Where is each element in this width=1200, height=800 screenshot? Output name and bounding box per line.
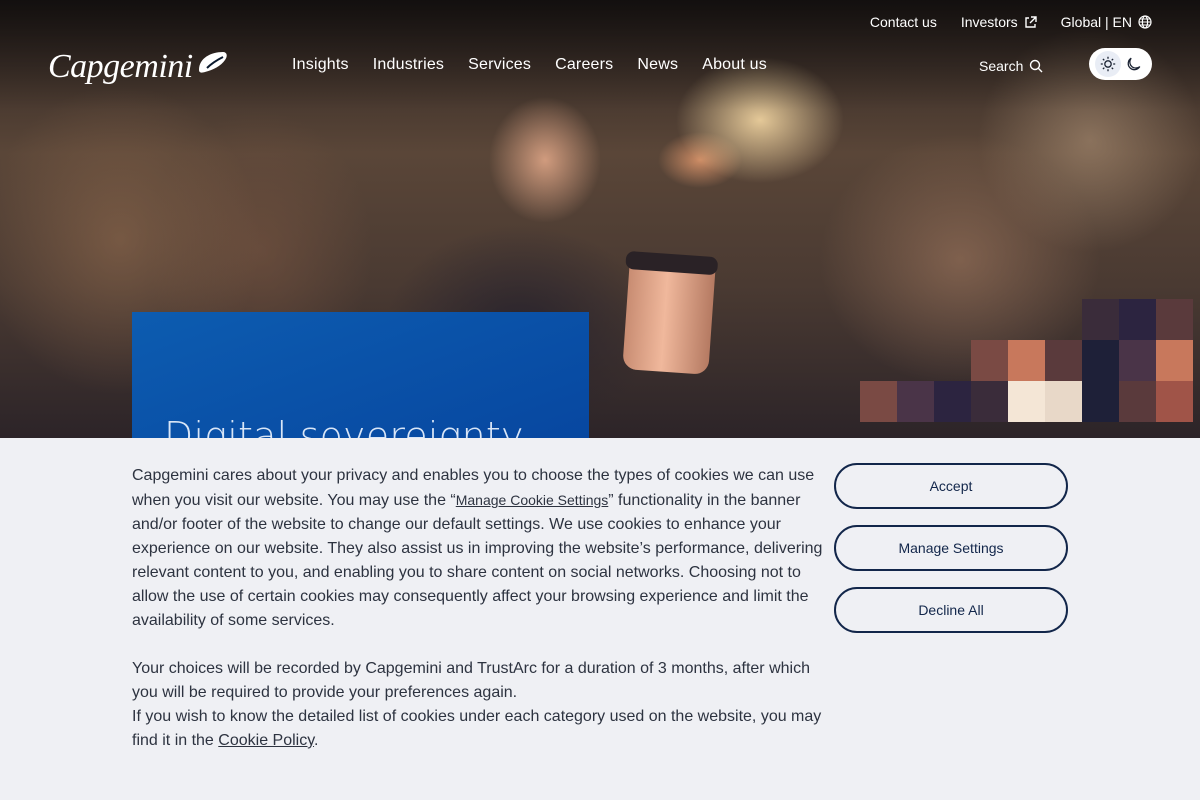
- utility-bar: Contact us Investors Global | EN: [870, 14, 1152, 30]
- cookie-buttons: Accept Manage Settings Decline All: [834, 463, 1068, 633]
- mosaic-tile: [1119, 299, 1156, 340]
- light-mode-button[interactable]: [1095, 51, 1121, 77]
- accept-button[interactable]: Accept: [834, 463, 1068, 509]
- mosaic-tile: [1119, 381, 1156, 422]
- manage-cookie-settings-link[interactable]: Manage Cookie Settings: [456, 492, 609, 508]
- cookie-p3-after: .: [314, 732, 319, 749]
- mosaic-tile: [934, 381, 971, 422]
- mosaic-tile: [1082, 381, 1119, 422]
- cookie-paragraph-1: Capgemini cares about your privacy and e…: [132, 464, 830, 633]
- capgemini-logo[interactable]: Capgemini: [48, 44, 230, 90]
- mosaic-tile: [1008, 340, 1045, 381]
- mosaic-tile: [1119, 340, 1156, 381]
- cookie-policy-link[interactable]: Cookie Policy: [218, 732, 314, 749]
- logo-spade-icon: [198, 52, 227, 73]
- dark-mode-button[interactable]: [1122, 52, 1146, 76]
- nav-insights[interactable]: Insights: [292, 56, 349, 74]
- theme-toggle[interactable]: [1089, 48, 1152, 80]
- sun-icon: [1100, 56, 1116, 72]
- hero-title-card: Digital sovereignty: [132, 312, 589, 438]
- decline-all-button[interactable]: Decline All: [834, 587, 1068, 633]
- contact-us-link[interactable]: Contact us: [870, 14, 937, 30]
- mosaic-tile: [1156, 299, 1193, 340]
- hero-title: Digital sovereignty: [164, 414, 524, 438]
- mosaic-tile: [971, 381, 1008, 422]
- cookie-consent-text: Capgemini cares about your privacy and e…: [132, 464, 830, 753]
- external-link-icon: [1024, 15, 1037, 28]
- nav-industries[interactable]: Industries: [373, 56, 444, 74]
- pixel-mosaic: [860, 258, 1200, 438]
- nav-news[interactable]: News: [637, 56, 678, 74]
- nav-about-us[interactable]: About us: [702, 56, 767, 74]
- moon-icon: [1127, 57, 1141, 71]
- cookie-paragraph-2: Your choices will be recorded by Capgemi…: [132, 660, 810, 701]
- cookie-consent-banner: Capgemini cares about your privacy and e…: [0, 438, 1200, 800]
- search-button[interactable]: Search: [979, 58, 1043, 74]
- search-label: Search: [979, 58, 1024, 74]
- manage-settings-button[interactable]: Manage Settings: [834, 525, 1068, 571]
- mosaic-tile: [1082, 340, 1119, 381]
- globe-icon: [1138, 15, 1152, 29]
- mosaic-tile: [1082, 299, 1119, 340]
- cookie-paragraph-3: If you wish to know the detailed list of…: [132, 705, 830, 753]
- mosaic-tile: [897, 381, 934, 422]
- mosaic-tile: [1008, 381, 1045, 422]
- coffee-cup: [622, 259, 716, 375]
- mosaic-tile: [1045, 381, 1082, 422]
- cookie-p1-after: ” functionality in the banner and/or foo…: [132, 492, 823, 629]
- mosaic-tile: [1045, 340, 1082, 381]
- main-nav: Insights Industries Services Careers New…: [292, 56, 767, 74]
- nav-careers[interactable]: Careers: [555, 56, 613, 74]
- mosaic-tile: [971, 340, 1008, 381]
- mosaic-tile: [860, 381, 897, 422]
- mosaic-tile: [1156, 381, 1193, 422]
- logo-text: Capgemini: [48, 48, 193, 85]
- region-language-selector[interactable]: Global | EN: [1061, 14, 1152, 30]
- investors-label: Investors: [960, 14, 1018, 30]
- investors-link[interactable]: Investors: [961, 14, 1037, 30]
- region-language-label: Global | EN: [1060, 14, 1132, 30]
- mosaic-tile: [1156, 340, 1193, 381]
- contact-us-label: Contact us: [869, 14, 937, 30]
- nav-services[interactable]: Services: [468, 56, 531, 74]
- search-icon: [1030, 59, 1043, 73]
